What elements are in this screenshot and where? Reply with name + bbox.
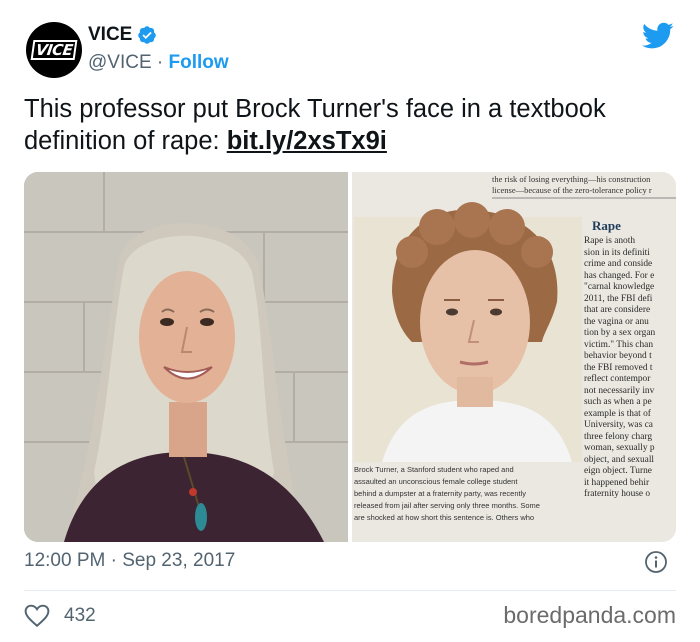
textbook-photo[interactable]: the risk of losing everything—his constr… — [352, 172, 676, 542]
textbook-body: Rape is anoth sion in its definiti crime… — [584, 236, 656, 499]
follow-button[interactable]: Follow — [169, 52, 229, 73]
tweet-footer: 432 boredpanda.com — [24, 602, 676, 632]
like-count[interactable]: 432 — [64, 605, 96, 627]
handle[interactable]: @VICE — [88, 52, 152, 73]
textbook-header: the risk of losing everything—his constr… — [492, 174, 676, 196]
textbook-section-title: Rape — [592, 218, 621, 233]
tweet-date[interactable]: Sep 23, 2017 — [122, 550, 235, 571]
textbook-header-line2: license—because of the zero-tolerance po… — [492, 185, 652, 195]
display-name-row: VICE — [88, 24, 229, 46]
account-names: VICE @VICE · Follow — [88, 24, 229, 74]
tweet-header: VICE VICE @VICE · Follow — [26, 16, 686, 80]
twitter-bird-icon[interactable] — [642, 22, 674, 50]
tweet-media[interactable]: the risk of losing everything—his constr… — [24, 172, 676, 542]
professor-photo-illustration — [24, 172, 348, 542]
meta-separator: · — [105, 550, 123, 571]
professor-photo[interactable] — [24, 172, 348, 542]
handle-row: @VICE · Follow — [88, 52, 229, 74]
textbook-header-line1: the risk of losing everything—his constr… — [492, 174, 651, 184]
tweet-meta: 12:00 PM · Sep 23, 2017 — [24, 550, 674, 576]
display-name[interactable]: VICE — [88, 24, 132, 46]
divider — [24, 590, 676, 591]
tweet-text: This professor put Brock Turner's face i… — [24, 93, 674, 157]
verified-badge-icon — [138, 26, 157, 44]
heart-icon[interactable] — [24, 604, 50, 628]
avatar[interactable]: VICE — [26, 22, 82, 78]
tweet-time[interactable]: 12:00 PM — [24, 550, 105, 571]
watermark: boredpanda.com — [503, 602, 676, 628]
vice-logo: VICE — [30, 40, 78, 60]
separator: · — [151, 52, 169, 73]
info-icon[interactable] — [644, 550, 668, 574]
textbook-caption: Brock Turner, a Stanford student who rap… — [354, 465, 540, 522]
tweet-link[interactable]: bit.ly/2xsTx9i — [227, 127, 387, 155]
